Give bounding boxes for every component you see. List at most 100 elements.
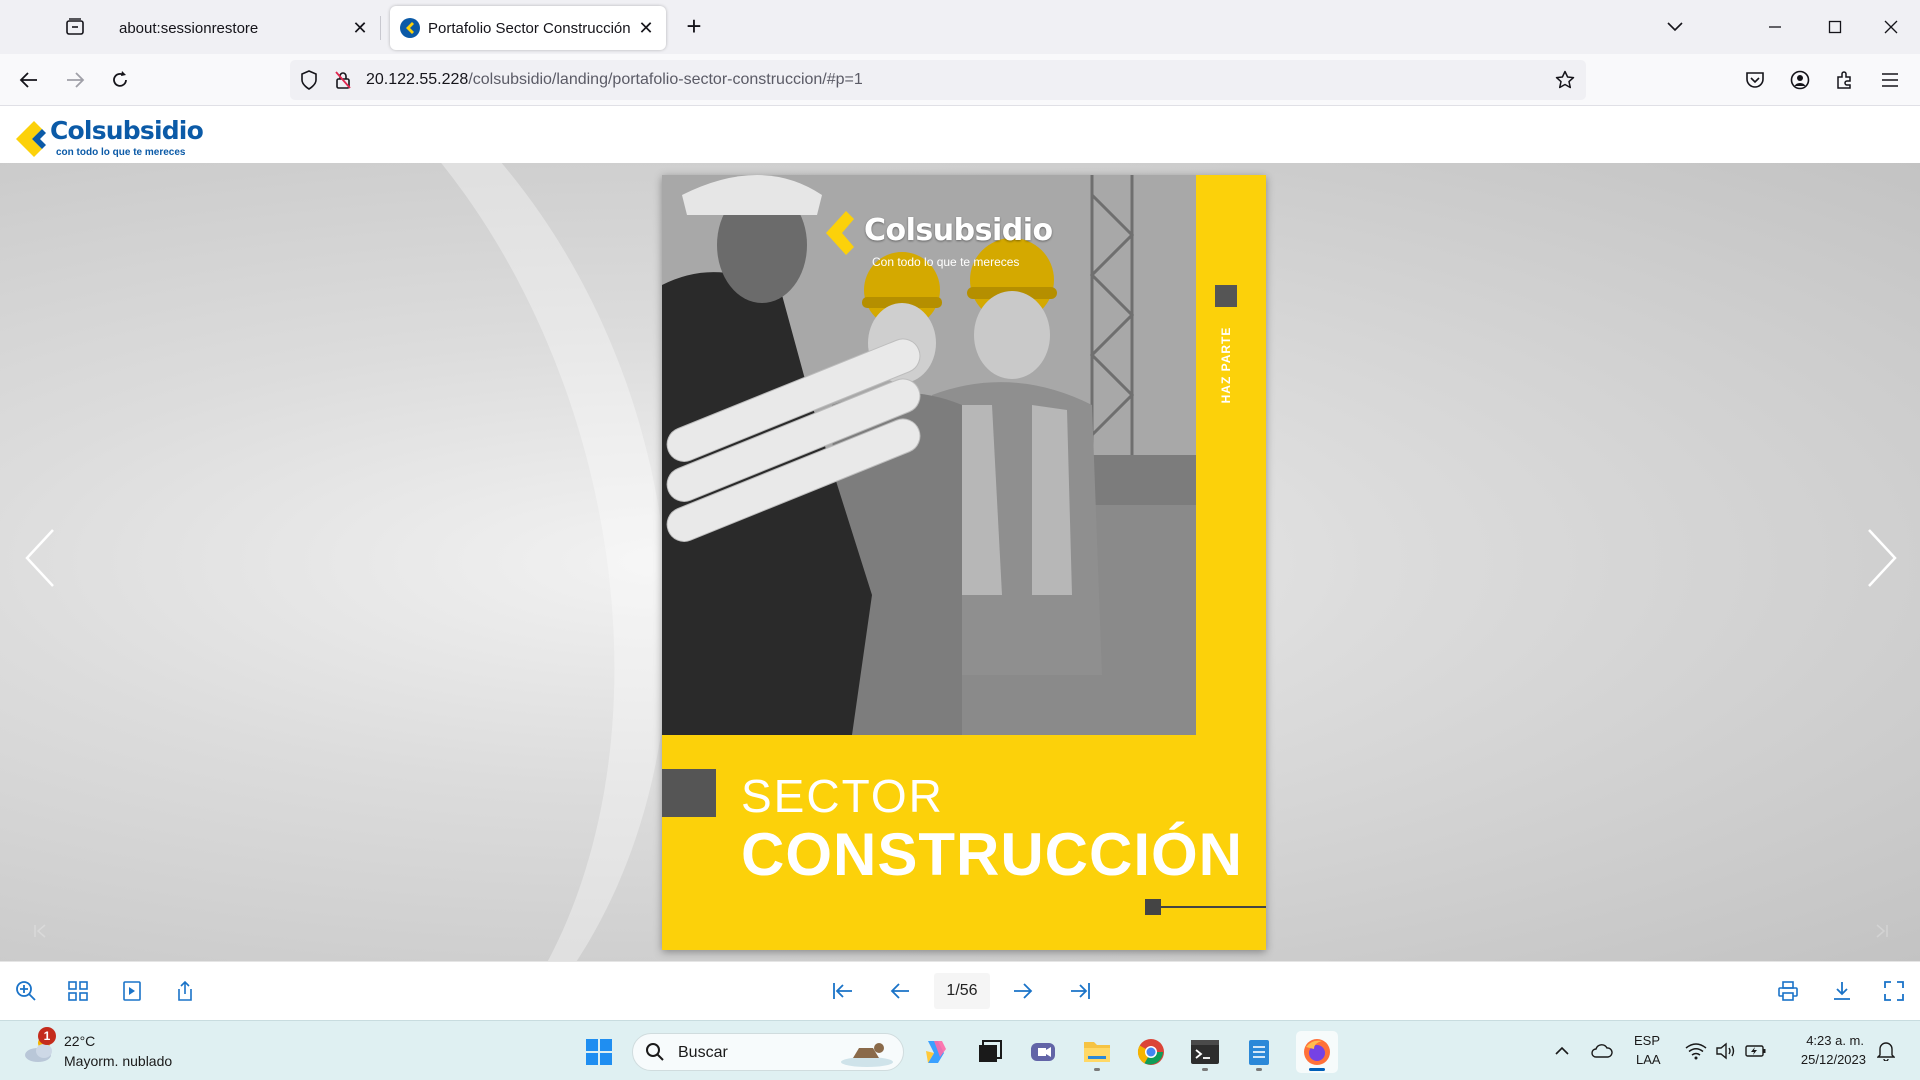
colsubsidio-logo[interactable]: Colsubsidio con todo lo que te mereces (12, 115, 222, 159)
search-highlight-icon (839, 1038, 895, 1068)
cover-logo-chevron-icon (826, 211, 854, 255)
cover-strip-text: HAZ PARTE (1219, 326, 1233, 404)
flipbook-viewer: Colsubsidio Con todo lo que te mereces H… (0, 163, 1920, 961)
url-text[interactable]: 20.122.55.228/colsubsidio/landing/portaf… (366, 71, 863, 89)
taskbar-notepad[interactable] (1238, 1031, 1280, 1073)
app-indicator (1202, 1068, 1208, 1071)
previous-page-arrow-icon[interactable] (20, 528, 60, 588)
browser-tab-bar: about:sessionrestore ✕ Portafolio Sector… (0, 0, 1920, 54)
taskbar-terminal[interactable] (1184, 1031, 1226, 1073)
logo-tagline: con todo lo que te mereces (56, 147, 186, 158)
menu-hamburger-icon[interactable] (1873, 63, 1907, 97)
language-code[interactable]: ESP (1634, 1033, 1660, 1048)
firefox-icon (1304, 1039, 1330, 1065)
notepad-icon (1249, 1040, 1269, 1065)
maximize-button[interactable] (1820, 12, 1850, 42)
wifi-icon[interactable] (1684, 1039, 1708, 1063)
extensions-icon[interactable] (1828, 63, 1862, 97)
tab-overflow-chevron-icon[interactable] (1660, 12, 1690, 42)
show-hidden-icons-chevron-icon[interactable] (1550, 1039, 1574, 1063)
taskbar-task-view[interactable] (968, 1031, 1010, 1073)
close-window-button[interactable] (1876, 12, 1906, 42)
bookmark-star-icon[interactable] (1554, 69, 1576, 91)
close-tab-icon[interactable]: ✕ (350, 18, 370, 38)
url-bar[interactable]: 20.122.55.228/colsubsidio/landing/portaf… (290, 60, 1586, 100)
zoom-in-icon[interactable] (12, 977, 40, 1005)
cover-title-line1: SECTOR (741, 770, 944, 822)
first-page-corner-icon[interactable] (30, 921, 50, 941)
clock-date[interactable]: 25/12/2023 (1786, 1052, 1866, 1067)
copilot-icon (926, 1041, 946, 1063)
file-explorer-icon (1084, 1042, 1110, 1062)
browser-nav-bar: 20.122.55.228/colsubsidio/landing/portaf… (0, 54, 1920, 106)
tab-title: about:sessionrestore (119, 19, 259, 37)
minimize-button[interactable] (1760, 12, 1790, 42)
tab-session-restore[interactable]: about:sessionrestore ✕ (102, 6, 381, 50)
cover-title-line2: CONSTRUCCIÓN (741, 821, 1243, 888)
last-page-corner-icon[interactable] (1872, 921, 1892, 941)
taskbar-teams[interactable] (1022, 1031, 1064, 1073)
logo-wordmark: Colsubsidio (50, 116, 204, 145)
next-page-icon[interactable] (1009, 977, 1037, 1005)
weather-temperature[interactable]: 22°C (64, 1033, 95, 1049)
print-icon[interactable] (1774, 977, 1802, 1005)
onedrive-cloud-icon[interactable] (1590, 1039, 1614, 1063)
tab-portafolio[interactable]: Portafolio Sector Construcción Colsubsid… (390, 6, 666, 50)
taskbar-chrome[interactable] (1130, 1031, 1172, 1073)
book-cover-page[interactable]: Colsubsidio Con todo lo que te mereces H… (662, 175, 1266, 950)
reload-button[interactable] (103, 63, 137, 97)
cover-logo-tagline: Con todo lo que te mereces (872, 255, 1020, 269)
url-host: 20.122.55.228 (366, 71, 469, 88)
terminal-icon (1191, 1040, 1219, 1064)
shield-icon[interactable] (298, 69, 320, 91)
download-icon[interactable] (1828, 977, 1856, 1005)
close-tab-icon[interactable]: ✕ (636, 18, 656, 38)
thumbnails-grid-icon[interactable] (64, 977, 92, 1005)
forward-button[interactable] (58, 63, 92, 97)
notifications-bell-icon[interactable] (1874, 1039, 1898, 1063)
back-button[interactable] (12, 63, 46, 97)
windows-taskbar: 1 22°C Mayorm. nublado Buscar ESP LAA 4:… (0, 1020, 1920, 1080)
teams-meet-icon (1031, 1043, 1055, 1061)
start-button[interactable] (578, 1031, 620, 1073)
url-path: /colsubsidio/landing/portafolio-sector-c… (468, 71, 863, 88)
page-number-indicator[interactable]: 1/56 (934, 973, 990, 1009)
cover-decor-square (1145, 899, 1161, 915)
site-header: Colsubsidio con todo lo que te mereces (0, 107, 1920, 163)
weather-notification-badge: 1 (38, 1027, 56, 1045)
tab-title: Portafolio Sector Construcción Colsubsid… (428, 19, 630, 37)
tab-list-icon[interactable] (58, 13, 92, 41)
keyboard-layout[interactable]: LAA (1636, 1052, 1661, 1067)
pocket-icon[interactable] (1738, 63, 1772, 97)
first-page-icon[interactable] (829, 977, 857, 1005)
next-page-arrow-icon[interactable] (1862, 528, 1902, 588)
taskbar-firefox[interactable] (1296, 1031, 1338, 1073)
volume-icon[interactable] (1714, 1039, 1738, 1063)
insecure-lock-icon[interactable] (332, 69, 354, 91)
cover-decor-line (1161, 906, 1266, 908)
weather-description[interactable]: Mayorm. nublado (64, 1053, 172, 1069)
colsubsidio-chevron-icon (16, 121, 46, 157)
fullscreen-icon[interactable] (1880, 977, 1908, 1005)
taskbar-search[interactable]: Buscar (632, 1033, 904, 1071)
task-view-icon (979, 1040, 1002, 1062)
windows-logo-icon (586, 1039, 612, 1065)
previous-page-icon[interactable] (886, 977, 914, 1005)
account-icon[interactable] (1783, 63, 1817, 97)
taskbar-copilot[interactable] (914, 1031, 956, 1073)
taskbar-file-explorer[interactable] (1076, 1031, 1118, 1073)
search-icon (645, 1042, 665, 1067)
cover-photo-construction-workers: Colsubsidio Con todo lo que te mereces (662, 175, 1196, 735)
clock-time[interactable]: 4:23 a. m. (1800, 1033, 1864, 1048)
cover-logo-wordmark: Colsubsidio (864, 213, 1053, 248)
share-icon[interactable] (171, 977, 199, 1005)
last-page-icon[interactable] (1066, 977, 1094, 1005)
app-indicator (1256, 1068, 1262, 1071)
cover-gray-block (662, 769, 716, 817)
flipbook-toolbar: 1/56 (0, 961, 1920, 1019)
new-tab-button[interactable]: + (680, 13, 708, 41)
battery-charging-icon[interactable] (1744, 1039, 1768, 1063)
colsubsidio-favicon-icon (400, 18, 420, 38)
app-indicator (1094, 1068, 1100, 1071)
autoplay-icon[interactable] (118, 977, 146, 1005)
